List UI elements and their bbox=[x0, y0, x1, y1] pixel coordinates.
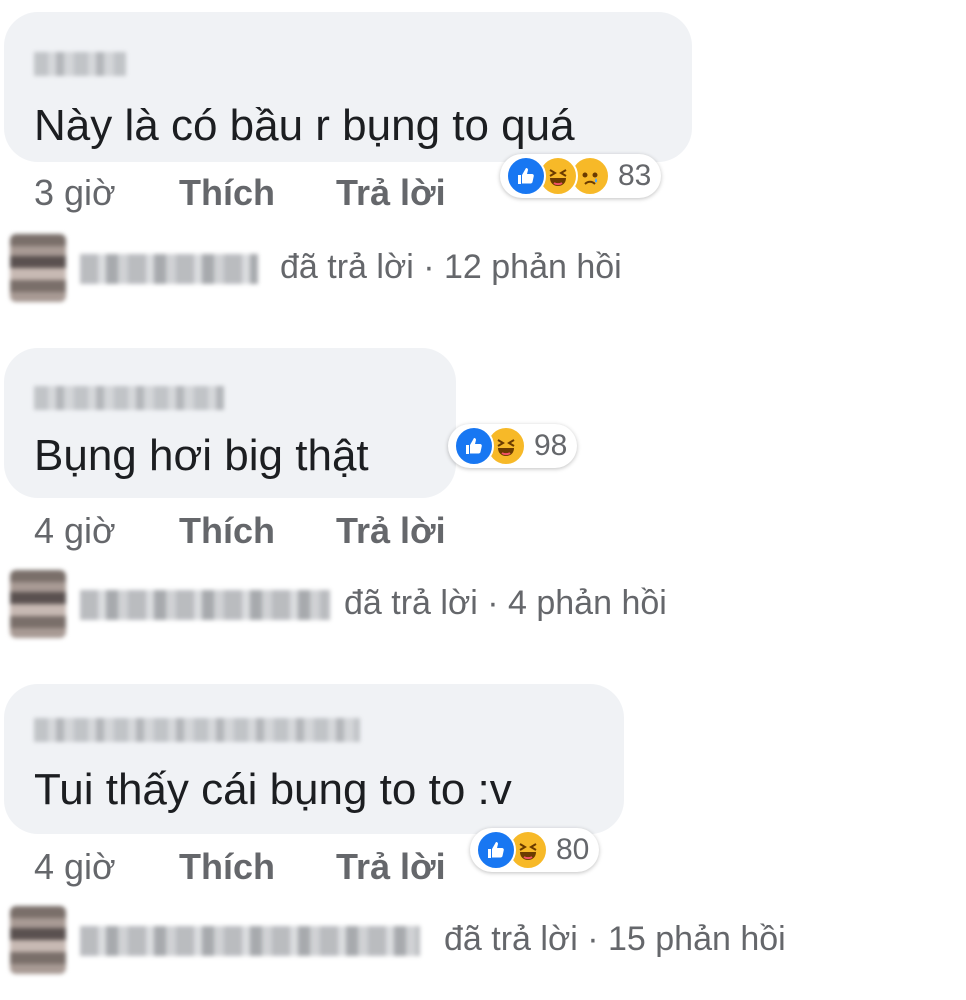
reactions-summary[interactable]: 83 bbox=[500, 154, 662, 198]
reply-author-name-blurred bbox=[80, 590, 330, 620]
like-button[interactable]: Thích bbox=[179, 510, 275, 552]
comment-time[interactable]: 4 giờ bbox=[34, 846, 116, 888]
comment-text: Bụng hơi big thật bbox=[34, 431, 369, 480]
reply-button[interactable]: Trả lời bbox=[336, 846, 446, 888]
reply-author-name-blurred bbox=[80, 254, 258, 284]
view-replies-link[interactable]: đã trả lời · 4 phản hồi bbox=[0, 570, 966, 640]
comment-text: Tui thấy cái bụng to to :v bbox=[34, 765, 512, 814]
reply-author-name-blurred bbox=[80, 926, 420, 956]
comment-time[interactable]: 4 giờ bbox=[34, 510, 116, 552]
comment-text: Này là có bầu r bụng to quá bbox=[34, 101, 575, 150]
comment-bubble: Bụng hơi big thật bbox=[4, 348, 456, 498]
reactions-summary[interactable]: 98 bbox=[448, 424, 578, 468]
like-button[interactable]: Thích bbox=[179, 172, 275, 214]
reply-summary: đã trả lời · 4 phản hồi bbox=[344, 584, 667, 622]
reply-avatar-blurred bbox=[10, 570, 66, 638]
reaction-count: 80 bbox=[556, 833, 590, 866]
reactions-summary[interactable]: 80 bbox=[470, 828, 600, 872]
comment-bubble: Tui thấy cái bụng to to :v bbox=[4, 684, 624, 834]
like-icon bbox=[454, 426, 494, 466]
reply-avatar-blurred bbox=[10, 234, 66, 302]
like-button[interactable]: Thích bbox=[179, 846, 275, 888]
reply-summary: đã trả lời · 15 phản hồi bbox=[444, 920, 786, 958]
reply-button[interactable]: Trả lời bbox=[336, 510, 446, 552]
reply-avatar-blurred bbox=[10, 906, 66, 974]
reaction-count: 98 bbox=[534, 429, 568, 462]
reaction-count: 83 bbox=[618, 159, 652, 192]
comment-time[interactable]: 3 giờ bbox=[34, 172, 116, 214]
comment-author-name-blurred[interactable] bbox=[34, 718, 360, 742]
comment-bubble: Này là có bầu r bụng to quá bbox=[4, 12, 692, 162]
reply-summary: đã trả lời · 12 phản hồi bbox=[280, 248, 622, 286]
comment-author-name-blurred[interactable] bbox=[34, 386, 224, 410]
reply-button[interactable]: Trả lời bbox=[336, 172, 446, 214]
like-icon bbox=[506, 156, 546, 196]
view-replies-link[interactable]: đã trả lời · 15 phản hồi bbox=[0, 906, 966, 976]
comment-author-name-blurred[interactable] bbox=[34, 52, 126, 76]
view-replies-link[interactable]: đã trả lời · 12 phản hồi bbox=[0, 234, 966, 304]
like-icon bbox=[476, 830, 516, 870]
